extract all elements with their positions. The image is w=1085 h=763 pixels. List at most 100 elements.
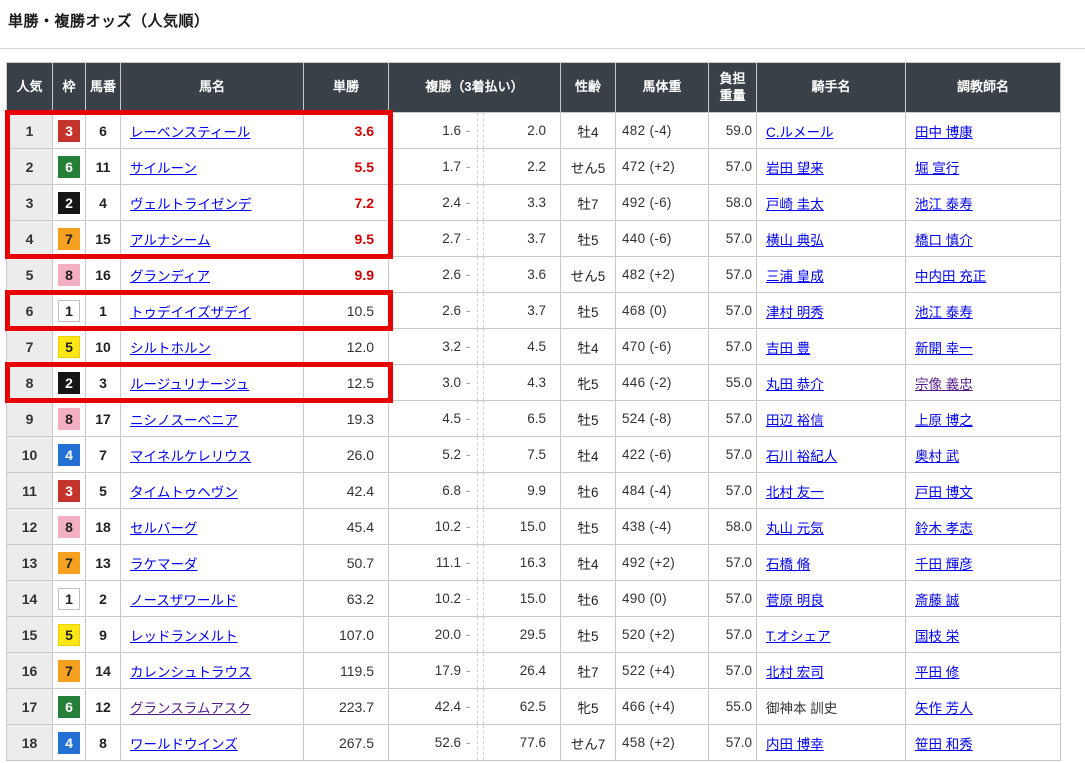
trainer-link[interactable]: 橋口 慎介: [915, 233, 973, 248]
jockey-cell: 三浦 皇成: [757, 257, 906, 293]
sex-age-cell: せん7: [561, 725, 616, 761]
horse-name-link[interactable]: レーベンスティール: [130, 125, 250, 140]
waku-cell: 8: [53, 401, 86, 437]
horse-name-link[interactable]: シルトホルン: [130, 341, 211, 356]
horse-weight-cell: 472 (+2): [616, 149, 709, 185]
trainer-link[interactable]: 上原 博之: [915, 413, 973, 428]
jockey-link[interactable]: 津村 明秀: [766, 305, 824, 320]
horse-name-link[interactable]: マイネルケレリウス: [130, 449, 251, 464]
horse-name-link[interactable]: ワールドウインズ: [130, 737, 238, 752]
trainer-link[interactable]: 新開 幸一: [915, 341, 973, 356]
trainer-link[interactable]: 戸田 博文: [915, 485, 973, 500]
trainer-cell: 橋口 慎介: [906, 221, 1061, 257]
place-odds-separator: [477, 149, 484, 184]
jockey-link[interactable]: 田辺 裕信: [766, 413, 824, 428]
place-odds-separator: [477, 221, 484, 256]
trainer-link[interactable]: 池江 泰寿: [915, 197, 973, 212]
horse-name-link[interactable]: ヴェルトライゼンデ: [130, 197, 252, 212]
horse-name-link[interactable]: トゥデイイズザデイ: [130, 305, 251, 320]
horse-weight-cell: 484 (-4): [616, 473, 709, 509]
sex-age-cell: 牡5: [561, 221, 616, 257]
load-weight-cell: 57.0: [709, 473, 757, 509]
place-odds-separator: [477, 545, 484, 580]
load-weight-cell: 57.0: [709, 149, 757, 185]
jockey-link[interactable]: 三浦 皇成: [766, 269, 824, 284]
trainer-link[interactable]: 斎藤 誠: [915, 593, 959, 608]
win-odds-cell: 63.2: [304, 581, 389, 617]
horse-name-link[interactable]: ルージュリナージュ: [130, 377, 249, 392]
trainer-link[interactable]: 田中 博康: [915, 125, 973, 140]
place-odds-dash: -: [466, 555, 471, 570]
jockey-link[interactable]: 岩田 望来: [766, 161, 824, 176]
trainer-link[interactable]: 鈴木 孝志: [915, 521, 973, 536]
trainer-cell: 上原 博之: [906, 401, 1061, 437]
load-weight-cell: 57.0: [709, 545, 757, 581]
trainer-link[interactable]: 奥村 武: [915, 449, 959, 464]
horse-name-link[interactable]: ノースザワールド: [130, 593, 237, 608]
trainer-link[interactable]: 池江 泰寿: [915, 305, 973, 320]
jockey-link[interactable]: 戸崎 圭太: [766, 197, 824, 212]
jockey-link[interactable]: 内田 博幸: [766, 737, 824, 752]
load-weight-cell: 55.0: [709, 689, 757, 725]
trainer-link[interactable]: 宗像 義忠: [915, 377, 973, 392]
horse-name-link[interactable]: ニシノスーベニア: [130, 413, 238, 428]
waku-badge: 3: [58, 480, 80, 502]
jockey-link[interactable]: 石川 裕紀人: [766, 449, 837, 464]
horse-number-cell: 5: [86, 473, 121, 509]
place-odds-separator: [477, 293, 484, 328]
horse-name-link[interactable]: グランディア: [130, 269, 210, 284]
trainer-link[interactable]: 千田 輝彦: [915, 557, 973, 572]
place-odds-cell: 11.1 - 16.3: [389, 545, 561, 581]
horse-name-link[interactable]: ラケマーダ: [130, 557, 198, 572]
win-odds-cell: 3.6: [304, 113, 389, 149]
jockey-link[interactable]: 菅原 明良: [766, 593, 824, 608]
header-rank: 人気: [7, 63, 53, 113]
place-odds-separator: [477, 473, 484, 508]
horse-name-link[interactable]: セルバーグ: [130, 521, 198, 536]
jockey-link[interactable]: 石橋 脩: [766, 557, 810, 572]
trainer-link[interactable]: 国枝 栄: [915, 629, 959, 644]
table-row: 8 2 3 ルージュリナージュ 12.5 3.0 - 4.3 牝5 446 (-…: [7, 365, 1061, 401]
horse-name-link[interactable]: グランスラムアスク: [130, 701, 251, 716]
jockey-link[interactable]: C.ルメール: [766, 125, 834, 140]
sex-age-cell: 牡4: [561, 437, 616, 473]
horse-name-link[interactable]: サイルーン: [130, 161, 197, 176]
place-odds-high: 3.7: [484, 303, 561, 318]
rank-cell: 7: [7, 329, 53, 365]
rank-cell: 2: [7, 149, 53, 185]
table-row: 1 3 6 レーベンスティール 3.6 1.6 - 2.0 牡4 482 (-4…: [7, 113, 1061, 149]
jockey-link[interactable]: T.オシェア: [766, 629, 831, 644]
horse-number-cell: 11: [86, 149, 121, 185]
horse-name-cell: カレンシュトラウス: [121, 653, 304, 689]
waku-cell: 7: [53, 653, 86, 689]
place-odds-dash: -: [466, 159, 471, 174]
trainer-link[interactable]: 笹田 和秀: [915, 737, 973, 752]
place-odds-cell: 2.6 - 3.6: [389, 257, 561, 293]
table-row: 13 7 13 ラケマーダ 50.7 11.1 - 16.3 牡4 492 (+…: [7, 545, 1061, 581]
trainer-link[interactable]: 堀 宣行: [915, 161, 959, 176]
trainer-link[interactable]: 矢作 芳人: [915, 701, 973, 716]
place-odds-dash: -: [466, 447, 471, 462]
horse-name-link[interactable]: レッドランメルト: [130, 629, 238, 644]
win-odds-cell: 7.2: [304, 185, 389, 221]
horse-weight-cell: 482 (+2): [616, 257, 709, 293]
jockey-link[interactable]: 北村 宏司: [766, 665, 824, 680]
rank-cell: 4: [7, 221, 53, 257]
horse-number-cell: 4: [86, 185, 121, 221]
horse-name-link[interactable]: アルナシーム: [130, 233, 210, 248]
place-odds-high: 2.2: [484, 159, 561, 174]
jockey-link[interactable]: 横山 典弘: [766, 233, 824, 248]
jockey-link[interactable]: 北村 友一: [766, 485, 824, 500]
horse-name-link[interactable]: カレンシュトラウス: [130, 665, 252, 680]
horse-name-link[interactable]: タイムトゥヘヴン: [130, 485, 238, 500]
horse-name-cell: シルトホルン: [121, 329, 304, 365]
jockey-link[interactable]: 丸田 恭介: [766, 377, 824, 392]
horse-name-cell: ヴェルトライゼンデ: [121, 185, 304, 221]
jockey-link[interactable]: 丸山 元気: [766, 521, 824, 536]
jockey-link[interactable]: 吉田 豊: [766, 341, 810, 356]
trainer-link[interactable]: 中内田 充正: [915, 269, 986, 284]
sex-age-cell: 牡7: [561, 653, 616, 689]
place-odds-range: 20.0 - 29.5: [389, 617, 560, 652]
trainer-link[interactable]: 平田 修: [915, 665, 959, 680]
place-odds-cell: 10.2 - 15.0: [389, 581, 561, 617]
